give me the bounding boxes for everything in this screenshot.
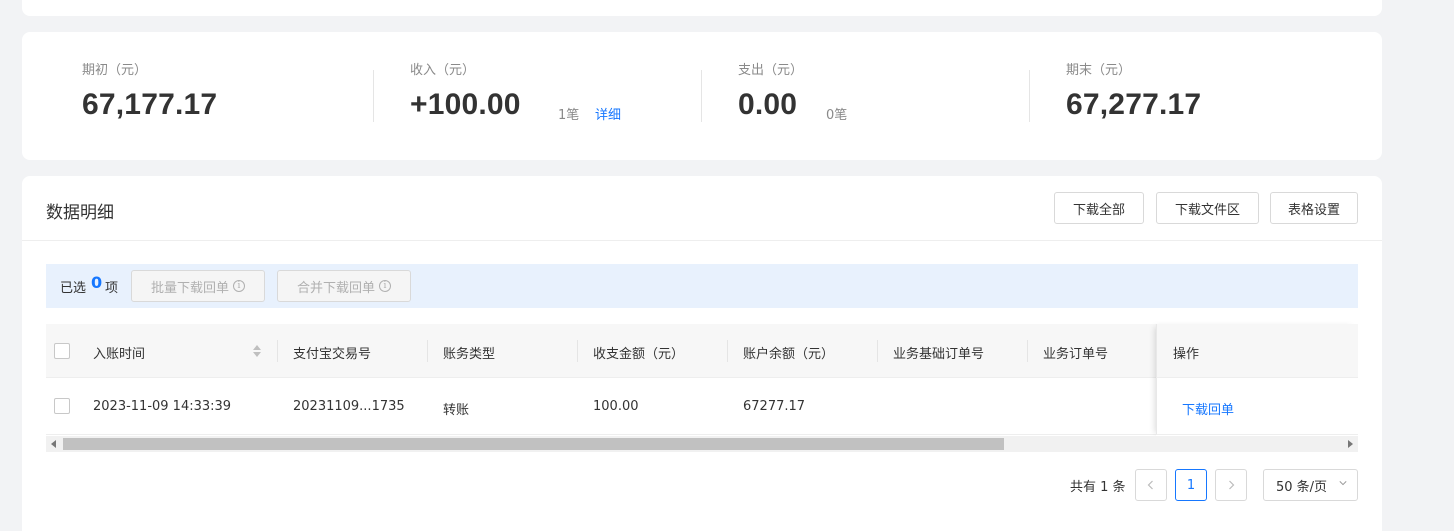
row-checkbox[interactable] [54, 398, 70, 414]
divider [701, 70, 702, 122]
selected-count: 0 [91, 273, 103, 292]
income-value: +100.00 [410, 88, 521, 121]
income-count: 1笔 [558, 108, 580, 123]
column-header: 操作 [1173, 347, 1200, 362]
page-size-select[interactable]: 50 条/页 [1263, 469, 1358, 501]
next-page-button[interactable] [1215, 469, 1247, 501]
action-column-header: 操作 [1156, 324, 1358, 378]
top-card [22, 0, 1382, 16]
section-title: 数据明细 [46, 203, 114, 223]
prev-page-button[interactable] [1135, 469, 1167, 501]
column-header: 账户余额（元） [743, 347, 835, 362]
column-divider [277, 340, 278, 362]
column-divider [877, 340, 878, 362]
column-divider [727, 340, 728, 362]
divider [373, 70, 374, 122]
sort-icon[interactable] [252, 343, 262, 359]
info-icon: i [379, 280, 391, 292]
divider [22, 240, 1382, 241]
data-table: 入账时间 支付宝交易号 账务类型 收支金额（元） 账户余额（元） 业务基础订单号… [46, 324, 1358, 436]
detail-card: 数据明细 下载全部 下载文件区 表格设置 已选 0 项 批量下载回单 i 合并下… [22, 176, 1382, 531]
merge-download-label: 合并下载回单 [296, 280, 375, 296]
merge-download-button[interactable]: 合并下载回单 i [277, 270, 411, 302]
divider [1029, 70, 1030, 122]
opening-value: 67,177.17 [82, 88, 218, 121]
income-detail-link[interactable]: 详细 [595, 104, 621, 123]
chevron-left-icon [1147, 480, 1153, 490]
download-all-button[interactable]: 下载全部 [1054, 192, 1144, 224]
page-button[interactable]: 1 [1175, 469, 1207, 501]
scroll-left-icon[interactable] [51, 440, 56, 448]
column-header: 业务基础订单号 [893, 347, 985, 362]
scroll-right-icon[interactable] [1348, 440, 1353, 448]
expense-label: 支出（元） [738, 63, 804, 78]
income-label: 收入（元） [410, 63, 476, 78]
action-column: 操作 下载回单 [1156, 324, 1358, 436]
selected-label: 已选 [60, 281, 87, 296]
chevron-right-icon [1229, 480, 1235, 490]
cell-balance: 67277.17 [743, 399, 806, 414]
closing-label: 期末（元） [1066, 63, 1132, 78]
batch-download-button[interactable]: 批量下载回单 i [131, 270, 265, 302]
closing-value: 67,277.17 [1066, 88, 1202, 121]
cell-time: 2023-11-09 14:33:39 [93, 399, 232, 414]
horizontal-scrollbar[interactable] [46, 436, 1358, 452]
expense-value: 0.00 [738, 88, 798, 121]
column-header: 收支金额（元） [593, 347, 685, 362]
column-header: 支付宝交易号 [293, 347, 372, 362]
cell-type: 转账 [443, 403, 470, 418]
column-header: 业务订单号 [1043, 347, 1109, 362]
scrollbar-thumb[interactable] [63, 438, 1004, 450]
cell-amount: 100.00 [593, 399, 639, 414]
selected-suffix: 项 [105, 281, 119, 296]
column-divider [1027, 340, 1028, 362]
download-receipt-link[interactable]: 下载回单 [1182, 399, 1234, 418]
info-icon: i [233, 280, 245, 292]
select-all-checkbox[interactable] [54, 343, 70, 359]
table-settings-button[interactable]: 表格设置 [1270, 192, 1358, 224]
opening-label: 期初（元） [82, 63, 148, 78]
chevron-down-icon [1339, 481, 1347, 486]
summary-card: 期初（元） 67,177.17 收入（元） +100.00 1笔 详细 支出（元… [22, 32, 1382, 160]
selection-bar: 已选 0 项 批量下载回单 i 合并下载回单 i [46, 264, 1358, 308]
expense-count: 0笔 [826, 108, 848, 123]
column-divider [577, 340, 578, 362]
batch-download-label: 批量下载回单 [150, 280, 229, 296]
pagination-total: 共有 1 条 [1070, 480, 1126, 495]
column-divider [427, 340, 428, 362]
action-cell: 下载回单 [1156, 378, 1358, 435]
download-area-button[interactable]: 下载文件区 [1156, 192, 1259, 224]
cell-trade-no: 20231109...1735 [293, 399, 405, 414]
column-header: 账务类型 [443, 347, 496, 362]
page-size-value: 50 条/页 [1276, 479, 1328, 495]
column-header: 入账时间 [93, 347, 146, 362]
